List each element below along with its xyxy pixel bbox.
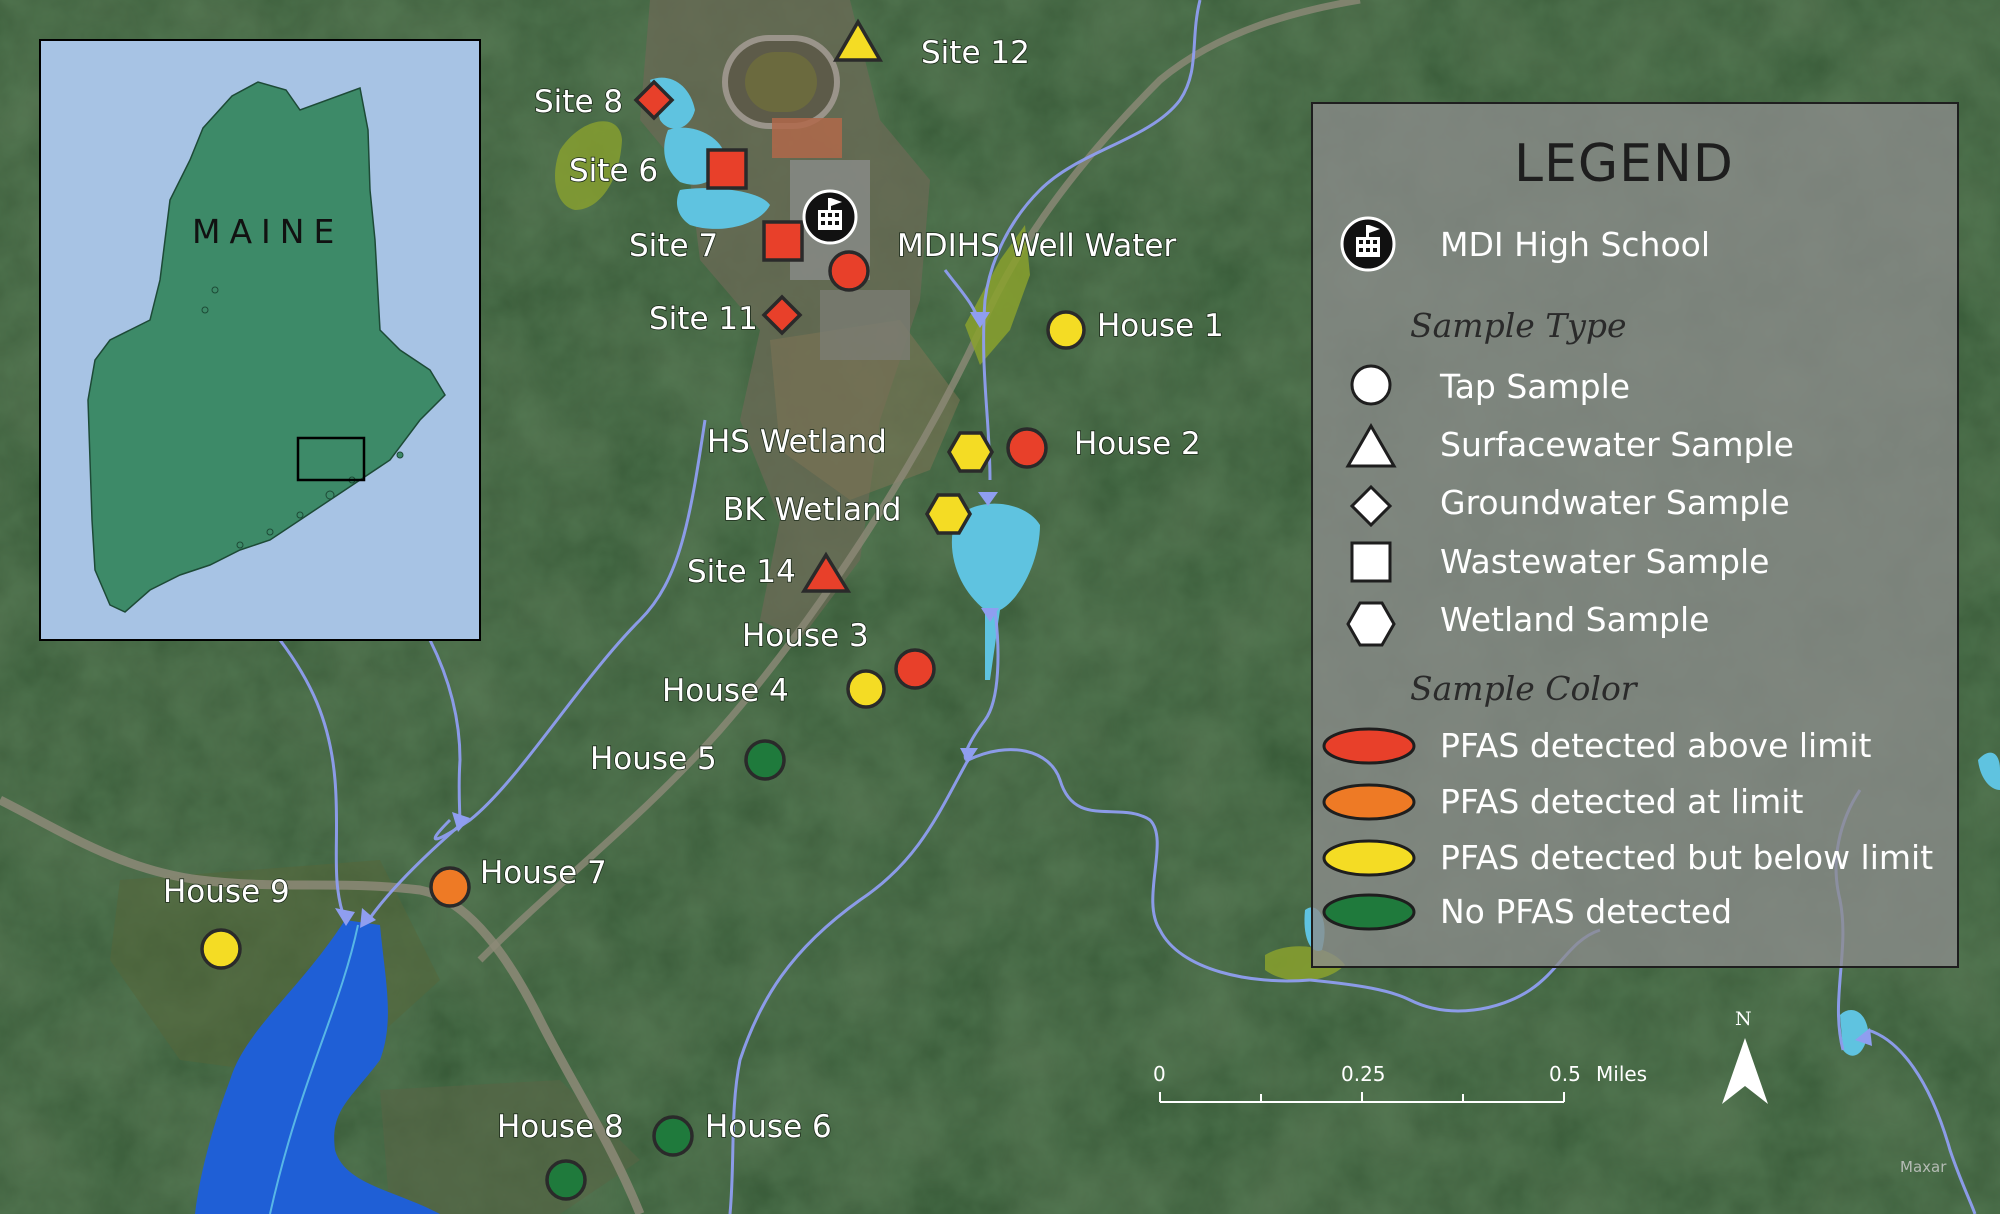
track-field <box>745 52 817 112</box>
legend-color-none: No PFAS detected <box>1440 892 1732 931</box>
label-house-4: House 4 <box>662 673 789 709</box>
label-site-7: Site 7 <box>629 228 718 264</box>
map-figure: MAINE Site 12 Site 8 Site 6 Site 7 MDIHS… <box>0 0 2000 1214</box>
tennis-courts <box>772 118 842 158</box>
legend-swatch-none <box>1322 893 1416 931</box>
scale-label-0: 0 <box>1153 1062 1166 1086</box>
legend-color-below: PFAS detected but below limit <box>1440 838 1933 877</box>
scale-label-025: 0.25 <box>1341 1062 1386 1086</box>
label-house-1: House 1 <box>1097 308 1224 344</box>
label-site-6: Site 6 <box>569 153 658 189</box>
inset-label: MAINE <box>192 212 343 251</box>
legend-swatch-at <box>1322 783 1416 821</box>
legend-sample-type-heading: Sample Type <box>1410 306 1627 345</box>
marker-house-8[interactable] <box>652 1115 694 1157</box>
scale-unit: Miles <box>1596 1062 1647 1086</box>
legend: LEGEND MDI High School Sample Type Tap S… <box>1311 102 1959 968</box>
label-site-11: Site 11 <box>649 301 758 337</box>
legend-swatch-above <box>1322 727 1416 765</box>
label-house-8: House 8 <box>497 1109 624 1145</box>
imagery-credit: Maxar <box>1900 1158 1947 1176</box>
legend-sample-color-heading: Sample Color <box>1410 669 1639 708</box>
marker-house-1[interactable] <box>1046 310 1086 350</box>
label-house-7: House 7 <box>480 855 607 891</box>
parking-lot <box>820 290 910 360</box>
marker-house-5[interactable] <box>744 739 786 781</box>
legend-type-groundwater: Groundwater Sample <box>1440 483 1790 522</box>
marker-house-9[interactable] <box>200 928 242 970</box>
marker-house-2[interactable] <box>1006 427 1048 469</box>
marker-house-6[interactable] <box>545 1159 587 1201</box>
map-canvas: MAINE Site 12 Site 8 Site 6 Site 7 MDIHS… <box>0 0 2000 1214</box>
legend-type-wetland: Wetland Sample <box>1440 600 1709 639</box>
label-house-2: House 2 <box>1074 426 1201 462</box>
legend-hexagon-symbol <box>1346 601 1396 647</box>
label-site-8: Site 8 <box>534 84 623 120</box>
label-mdihs-well-water: MDIHS Well Water <box>897 228 1176 264</box>
marker-house-4[interactable] <box>846 669 886 709</box>
legend-color-at: PFAS detected at limit <box>1440 782 1803 821</box>
marker-site-6[interactable] <box>706 148 748 190</box>
inset-map: MAINE <box>39 39 481 641</box>
label-site-14: Site 14 <box>687 554 796 590</box>
legend-square-symbol <box>1350 541 1392 583</box>
north-label: N <box>1735 1008 1752 1030</box>
legend-circle-symbol <box>1350 364 1392 406</box>
label-hs-wetland: HS Wetland <box>707 424 887 460</box>
school-icon[interactable] <box>802 189 858 245</box>
marker-mdihs-well-water[interactable] <box>828 250 870 292</box>
label-site-12: Site 12 <box>921 35 1030 71</box>
marker-house-3[interactable] <box>894 648 936 690</box>
label-bk-wetland: BK Wetland <box>723 492 901 528</box>
legend-school-label: MDI High School <box>1440 225 1710 264</box>
label-house-9: House 9 <box>163 874 290 910</box>
legend-color-above: PFAS detected above limit <box>1440 726 1872 765</box>
marker-site-7[interactable] <box>762 220 804 262</box>
label-house-6: House 6 <box>705 1109 832 1145</box>
marker-bk-wetland[interactable] <box>924 493 973 535</box>
legend-type-tap: Tap Sample <box>1439 367 1630 406</box>
legend-title: LEGEND <box>1514 134 1734 194</box>
legend-swatch-below <box>1322 839 1416 877</box>
scale-label-05: 0.5 <box>1549 1062 1581 1086</box>
legend-type-wastewater: Wastewater Sample <box>1440 542 1769 581</box>
legend-school-icon <box>1340 216 1396 272</box>
marker-house-7[interactable] <box>429 866 471 908</box>
legend-type-surfacewater: Surfacewater Sample <box>1440 425 1794 464</box>
label-house-5: House 5 <box>590 741 717 777</box>
marker-hs-wetland[interactable] <box>946 431 995 473</box>
label-house-3: House 3 <box>742 618 869 654</box>
